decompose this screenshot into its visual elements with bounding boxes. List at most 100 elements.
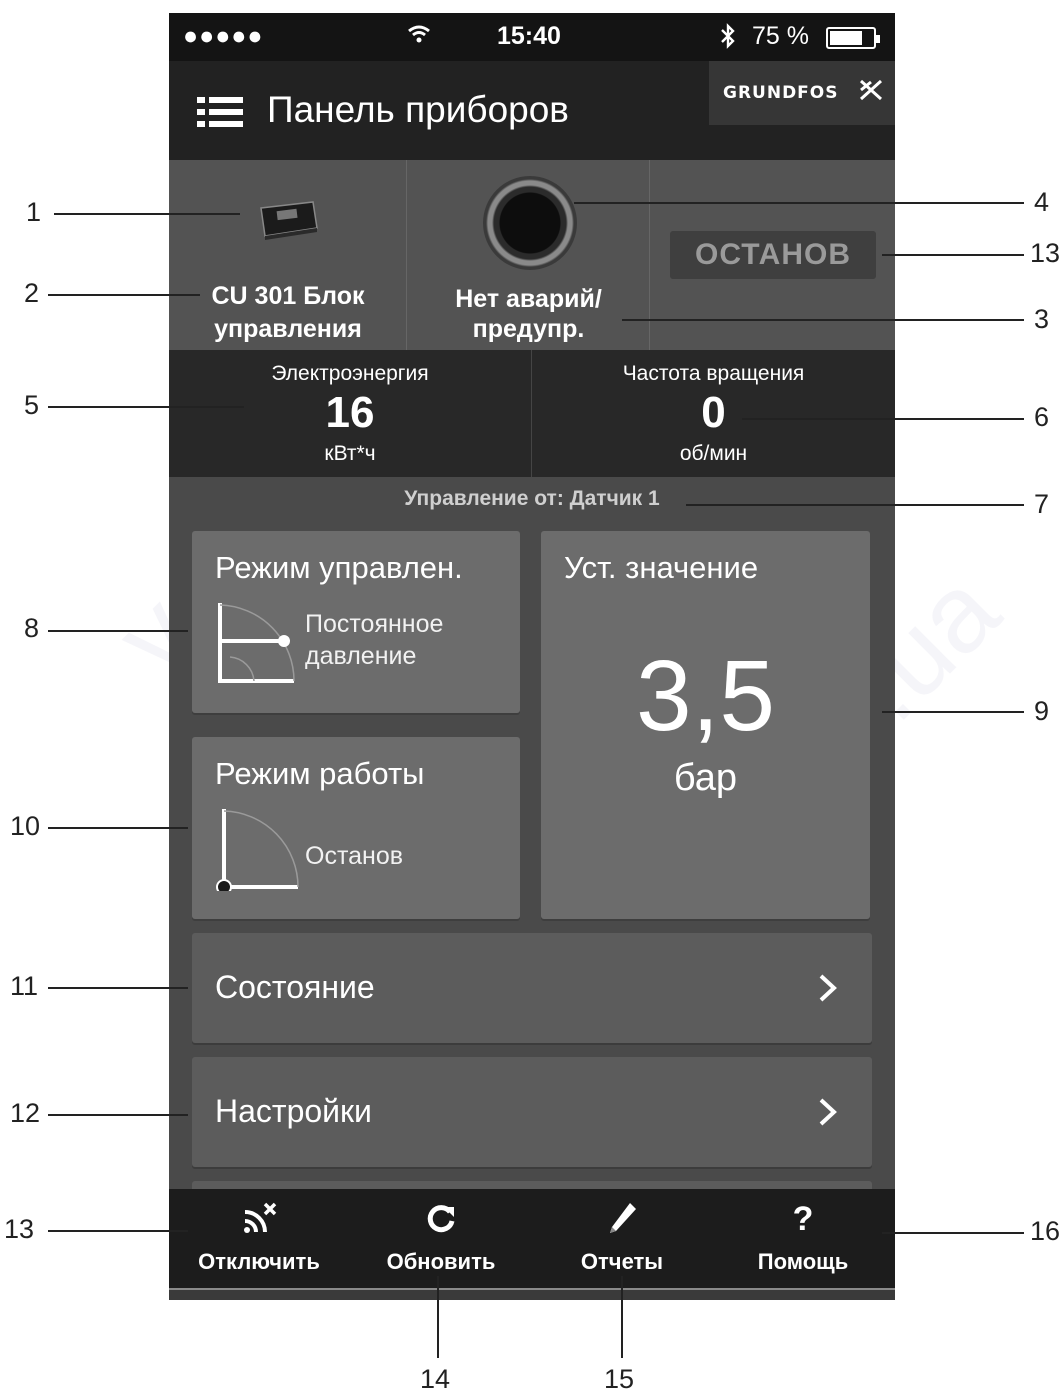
callout-number-2: 2 xyxy=(24,278,40,308)
help-icon: ? xyxy=(792,1200,814,1238)
callout-line-6 xyxy=(742,418,1024,420)
page-title: Панель приборов xyxy=(267,89,569,130)
setpoint-value: 3,5 xyxy=(635,640,775,752)
energy-metric: Электроэнергия 16 кВт*ч xyxy=(169,350,532,477)
status-row-label: Состояние xyxy=(215,969,375,1005)
tab-bar-bottom-edge xyxy=(169,1288,895,1300)
operating-state-badge: ОСТАНОВ xyxy=(670,231,876,279)
callout-number-6: 6 xyxy=(1034,402,1050,432)
state-cell: ОСТАНОВ xyxy=(650,160,895,350)
device-name-line2: управления xyxy=(214,315,362,343)
callout-line-13-bottom xyxy=(48,1230,188,1232)
callout-line-3 xyxy=(622,319,1024,321)
callout-number-16: 16 xyxy=(1030,1216,1061,1246)
device-name-line1: CU 301 Блок xyxy=(211,282,365,310)
pencil-icon xyxy=(610,1203,636,1233)
speed-label: Частота вращения xyxy=(622,362,805,385)
chevron-right-icon xyxy=(819,974,837,1002)
stop-mode-graph-icon xyxy=(216,809,299,891)
refresh-icon xyxy=(427,1205,455,1233)
tab-help-label: Помощь xyxy=(757,1249,849,1274)
callout-line-8 xyxy=(48,630,188,632)
operating-mode-tile[interactable]: Режим работы Останов xyxy=(192,737,520,919)
top-navigation-bar: Панель приборов GRUNDFOS xyxy=(169,61,895,160)
callout-number-1: 1 xyxy=(26,197,42,227)
callout-line-12 xyxy=(48,1114,188,1116)
callout-number-5: 5 xyxy=(24,390,40,420)
phone-screen: ●●●●● 15:40 75 % Панель приборов GRUNDFO… xyxy=(169,13,895,1300)
callout-line-5 xyxy=(48,406,244,408)
callout-line-14 xyxy=(437,1276,439,1358)
settings-row[interactable]: Настройки xyxy=(192,1057,872,1167)
alarm-status-line1: Нет аварий/ xyxy=(455,285,602,313)
control-mode-title: Режим управлен. xyxy=(215,550,463,585)
tab-reports[interactable]: Отчеты xyxy=(532,1189,712,1288)
callout-line-1 xyxy=(54,213,240,215)
speed-value: 0 xyxy=(701,388,726,437)
status-row[interactable]: Состояние xyxy=(192,933,872,1043)
callout-number-4: 4 xyxy=(1034,187,1050,217)
tab-refresh[interactable]: Обновить xyxy=(351,1189,531,1288)
device-info-panel: CU 301 Блок управления Нет аварий/ преду… xyxy=(169,160,895,350)
callout-number-7: 7 xyxy=(1034,489,1050,519)
alarm-status: Нет аварий/ предупр. xyxy=(407,284,650,344)
callout-line-2 xyxy=(48,294,200,296)
callout-line-7 xyxy=(686,504,1024,506)
callout-number-14: 14 xyxy=(420,1364,451,1394)
callout-line-10 xyxy=(48,827,188,829)
callout-line-16 xyxy=(882,1232,1024,1234)
operating-mode-title: Режим работы xyxy=(215,756,425,791)
tab-disconnect[interactable]: Отключить xyxy=(169,1189,349,1288)
metrics-panel: Электроэнергия 16 кВт*ч Частота вращения… xyxy=(169,350,895,477)
energy-value: 16 xyxy=(325,388,375,437)
grundfos-mark-icon xyxy=(859,79,883,101)
wifi-icon xyxy=(407,22,431,51)
constant-pressure-graph-icon xyxy=(218,603,295,683)
brand-logo: GRUNDFOS xyxy=(709,61,895,125)
callout-number-9: 9 xyxy=(1034,696,1050,726)
bluetooth-icon xyxy=(719,22,737,57)
setpoint-unit: бар xyxy=(673,757,738,799)
tab-disconnect-label: Отключить xyxy=(198,1249,320,1274)
brand-name: GRUNDFOS xyxy=(723,83,839,103)
callout-number-8: 8 xyxy=(24,613,40,643)
control-mode-tile[interactable]: Режим управлен. Постоянное давление xyxy=(192,531,520,713)
clock: 15:40 xyxy=(497,22,561,50)
speed-unit: об/мин xyxy=(679,442,748,465)
control-mode-value-line2: давление xyxy=(305,642,417,670)
alarm-cell[interactable]: Нет аварий/ предупр. xyxy=(407,160,650,350)
chevron-right-icon xyxy=(819,1098,837,1126)
battery-icon xyxy=(826,27,880,49)
callout-line-11 xyxy=(48,987,188,989)
signal-indicator: ●●●●● xyxy=(183,22,264,50)
callout-number-12: 12 xyxy=(10,1098,41,1128)
callout-number-15: 15 xyxy=(604,1364,635,1394)
control-source-label: Управление от: Датчик 1 xyxy=(404,487,660,510)
battery-percent: 75 % xyxy=(752,22,809,50)
callout-number-13-bottom: 13 xyxy=(4,1214,35,1244)
bottom-tab-bar: Отключить Обновить Отчеты ? Помощь xyxy=(169,1189,895,1288)
control-mode-value-line1: Постоянное xyxy=(305,610,444,638)
callout-number-3: 3 xyxy=(1034,304,1050,334)
tab-refresh-label: Обновить xyxy=(386,1249,496,1274)
callout-line-4 xyxy=(574,202,1024,204)
energy-label: Электроэнергия xyxy=(271,362,429,385)
callout-number-13-top: 13 xyxy=(1030,238,1061,268)
callout-line-15 xyxy=(621,1276,623,1358)
tab-reports-label: Отчеты xyxy=(580,1249,664,1274)
callout-line-13-top xyxy=(882,254,1024,256)
disconnect-icon xyxy=(244,1202,277,1233)
speed-metric: Частота вращения 0 об/мин xyxy=(532,350,895,477)
menu-icon[interactable] xyxy=(197,97,243,127)
tab-help[interactable]: ? Помощь xyxy=(713,1189,893,1288)
callout-line-9 xyxy=(882,711,1024,713)
control-mode-value: Постоянное давление xyxy=(305,608,443,672)
control-unit-icon xyxy=(260,201,318,240)
callout-number-11: 11 xyxy=(10,971,39,1001)
operating-mode-value: Останов xyxy=(305,842,404,870)
device-name: CU 301 Блок управления xyxy=(169,280,407,346)
setpoint-tile[interactable]: Уст. значение 3,5 бар xyxy=(541,531,870,919)
callout-number-10: 10 xyxy=(10,811,41,841)
device-cell[interactable]: CU 301 Блок управления xyxy=(169,160,407,350)
status-bar: ●●●●● 15:40 75 % xyxy=(169,13,895,61)
